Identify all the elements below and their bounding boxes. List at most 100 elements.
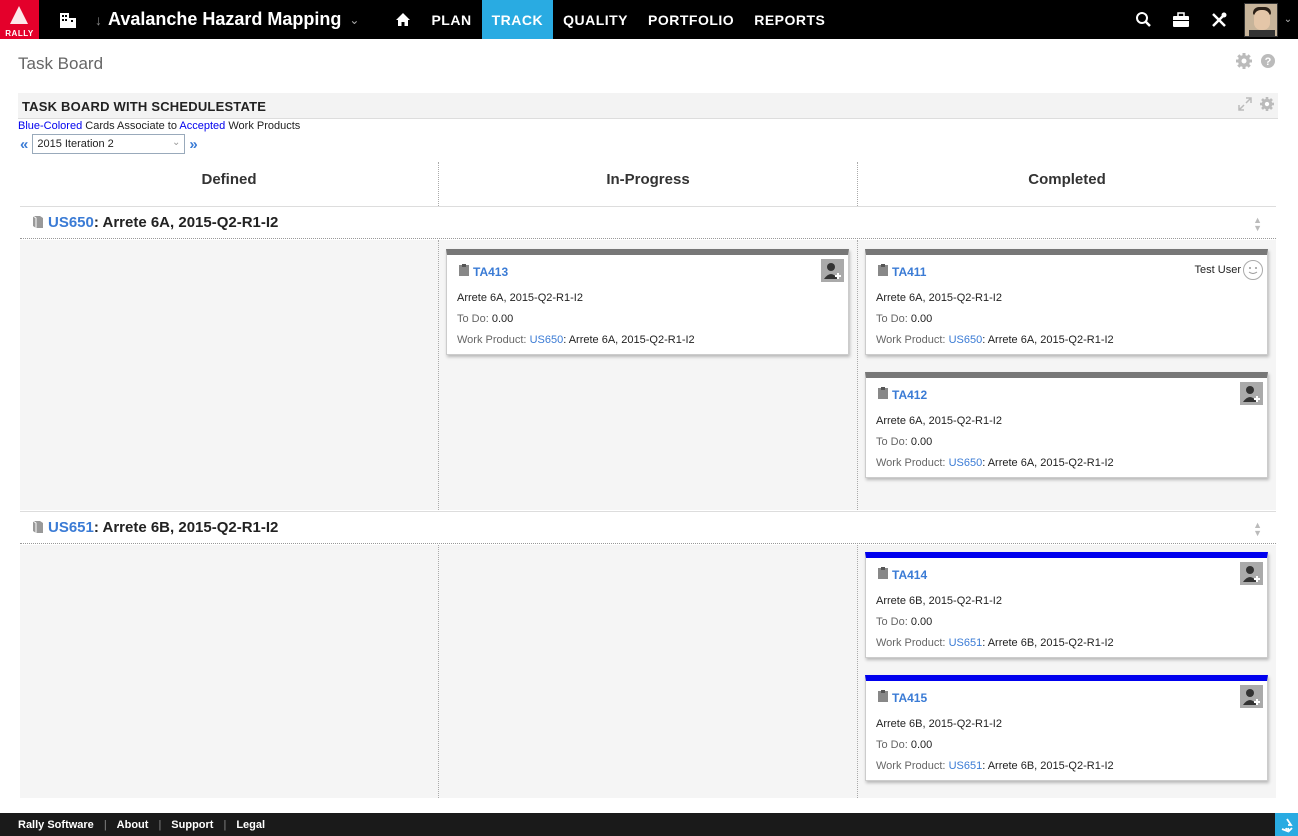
story-book-icon (32, 520, 43, 533)
iteration-select[interactable]: 2015 Iteration 2 ⌄ (32, 134, 186, 154)
task-card-ta415[interactable]: TA415 Arrete 6B, 2015-Q2-R1-I2 To Do: 0.… (865, 675, 1268, 781)
task-todo: To Do: 0.00 (457, 313, 513, 325)
task-work-product: Work Product: US650: Arrete 6A, 2015-Q2-… (876, 457, 1114, 469)
work-product-link[interactable]: US651 (949, 760, 983, 772)
todo-label: To Do: (876, 436, 908, 448)
home-icon[interactable] (389, 0, 417, 39)
rally-logo[interactable]: RALLY (0, 0, 39, 39)
assign-owner-icon[interactable] (1240, 562, 1263, 585)
legend-text: Cards Associate to (82, 120, 180, 132)
assign-owner-icon[interactable] (1240, 685, 1263, 708)
footer: Rally Software | About | Support | Legal (0, 813, 1298, 836)
todo-value[interactable]: 0.00 (911, 313, 932, 325)
collapse-toggle-icon[interactable]: ▲ ▼ (1253, 216, 1262, 233)
work-product-link[interactable]: US650 (530, 334, 564, 346)
work-product-label: Work Product: (876, 637, 946, 649)
work-product-link[interactable]: US650 (949, 334, 983, 346)
swimlane-header-us650: US650: Arrete 6A, 2015-Q2-R1-I2 ▲ ▼ (20, 206, 1276, 239)
task-card-ta414[interactable]: TA414 Arrete 6B, 2015-Q2-R1-I2 To Do: 0.… (865, 552, 1268, 658)
story-link-us651[interactable]: US651 (48, 519, 94, 536)
rally-logo-icon (10, 6, 28, 24)
next-iteration-button[interactable]: » (189, 136, 197, 153)
logo-text: RALLY (5, 29, 34, 38)
work-product-name: : Arrete 6A, 2015-Q2-R1-I2 (982, 457, 1114, 469)
task-id-link[interactable]: TA413 (473, 265, 508, 279)
nav-reports[interactable]: REPORTS (744, 0, 835, 39)
footer-separator: | (103, 818, 107, 831)
task-work-product: Work Product: US650: Arrete 6A, 2015-Q2-… (876, 334, 1114, 346)
page-title: Task Board (18, 54, 104, 73)
task-card-ta412[interactable]: TA412 Arrete 6A, 2015-Q2-R1-I2 To Do: 0.… (865, 372, 1268, 478)
expand-icon[interactable] (1238, 97, 1252, 111)
column-header-completed: Completed (1028, 170, 1106, 188)
chevron-down-icon[interactable]: ⌄ (349, 13, 359, 27)
todo-value[interactable]: 0.00 (911, 616, 932, 628)
todo-label: To Do: (876, 313, 908, 325)
work-product-link[interactable]: US651 (949, 637, 983, 649)
work-product-label: Work Product: (876, 760, 946, 772)
gear-icon[interactable] (1236, 53, 1252, 69)
column-header-defined: Defined (20, 162, 439, 206)
todo-value[interactable]: 0.00 (911, 436, 932, 448)
gear-icon[interactable] (1260, 97, 1274, 111)
swimlane-title: US650: Arrete 6A, 2015-Q2-R1-I2 (48, 214, 278, 231)
search-icon[interactable] (1124, 0, 1162, 39)
footer-separator: | (223, 818, 227, 831)
top-nav-bar: RALLY ↓ Avalanche Hazard Mapping ⌄ PLAN … (0, 0, 1298, 39)
page-tools: ? (1236, 53, 1276, 69)
task-id-link[interactable]: TA412 (892, 388, 927, 402)
panel-title: TASK BOARD WITH SCHEDULESTATE (22, 99, 267, 114)
footer-support[interactable]: Support (171, 819, 213, 831)
task-clipboard-icon (878, 567, 888, 579)
work-product-link[interactable]: US650 (949, 457, 983, 469)
task-id-link[interactable]: TA414 (892, 568, 927, 582)
legend-text-2: Work Products (225, 120, 301, 132)
work-product-label: Work Product: (457, 334, 527, 346)
footer-legal[interactable]: Legal (236, 819, 265, 831)
footer-about[interactable]: About (117, 819, 149, 831)
main-nav: PLAN TRACK QUALITY PORTFOLIO REPORTS (421, 0, 835, 39)
collapse-toggle-icon[interactable]: ▲ ▼ (1253, 521, 1262, 538)
task-work-product: Work Product: US650: Arrete 6A, 2015-Q2-… (457, 334, 695, 346)
work-product-label: Work Product: (876, 457, 946, 469)
task-card-ta413[interactable]: TA413 Arrete 6A, 2015-Q2-R1-I2 To Do: 0.… (446, 249, 849, 355)
prev-iteration-button[interactable]: « (20, 136, 28, 153)
project-name[interactable]: Avalanche Hazard Mapping (108, 9, 341, 30)
story-book-icon (32, 215, 43, 228)
swimlane-us650: TA413 Arrete 6A, 2015-Q2-R1-I2 To Do: 0.… (20, 240, 1276, 510)
cell-completed: TA414 Arrete 6B, 2015-Q2-R1-I2 To Do: 0.… (858, 545, 1276, 798)
recycle-icon[interactable] (1275, 813, 1298, 836)
todo-value[interactable]: 0.00 (911, 739, 932, 751)
task-todo: To Do: 0.00 (876, 739, 932, 751)
briefcase-icon[interactable] (1162, 0, 1200, 39)
story-link-us650[interactable]: US650 (48, 214, 94, 231)
help-icon[interactable]: ? (1260, 53, 1276, 69)
footer-rally-software[interactable]: Rally Software (18, 819, 94, 831)
chevron-down-icon[interactable]: ⌄ (1278, 14, 1298, 25)
tools-icon[interactable] (1200, 0, 1238, 39)
legend-blue-colored: Blue-Colored (18, 120, 83, 132)
task-todo: To Do: 0.00 (876, 436, 932, 448)
nav-quality[interactable]: QUALITY (553, 0, 638, 39)
task-card-ta411[interactable]: TA411 Test User Arrete 6A, 2015-Q2-R1-I2… (865, 249, 1268, 355)
task-name: Arrete 6A, 2015-Q2-R1-I2 (876, 415, 1002, 427)
owner-avatar-icon[interactable] (1243, 260, 1263, 280)
todo-value[interactable]: 0.00 (492, 313, 513, 325)
assign-owner-icon[interactable] (1240, 382, 1263, 405)
nav-plan[interactable]: PLAN (421, 0, 481, 39)
nav-portfolio[interactable]: PORTFOLIO (638, 0, 744, 39)
cell-completed: TA411 Test User Arrete 6A, 2015-Q2-R1-I2… (858, 240, 1276, 510)
swimlane-us651: TA414 Arrete 6B, 2015-Q2-R1-I2 To Do: 0.… (20, 545, 1276, 798)
nav-track[interactable]: TRACK (481, 0, 554, 39)
task-id-link[interactable]: TA411 (892, 265, 926, 279)
task-id-link[interactable]: TA415 (892, 691, 927, 705)
assign-owner-icon[interactable] (821, 259, 844, 282)
workspace-building-icon[interactable] (51, 0, 85, 39)
task-clipboard-icon (878, 264, 888, 276)
task-name: Arrete 6A, 2015-Q2-R1-I2 (457, 292, 583, 304)
user-avatar[interactable] (1244, 2, 1278, 37)
chevron-down-icon: ⌄ (171, 137, 181, 148)
todo-label: To Do: (876, 739, 908, 751)
task-todo: To Do: 0.00 (876, 616, 932, 628)
task-clipboard-icon (878, 387, 888, 399)
